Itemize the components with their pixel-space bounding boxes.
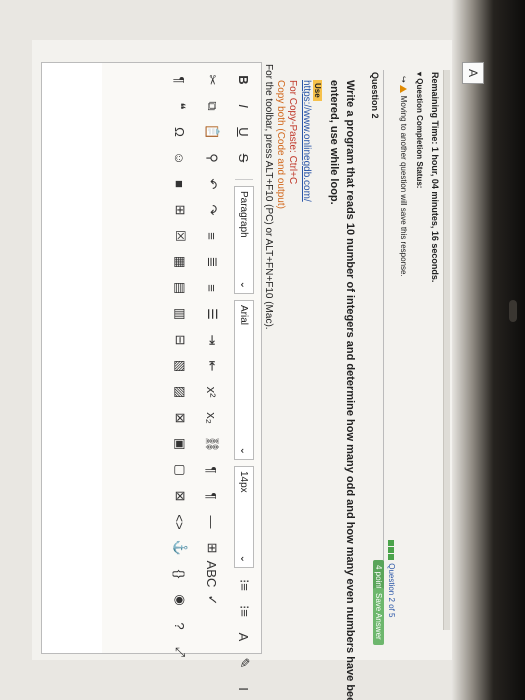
merge-icon[interactable]: ▣: [169, 433, 191, 455]
chevron-down-icon: ⌄: [238, 446, 250, 455]
strikethrough-button[interactable]: S: [233, 147, 255, 169]
emoji-icon[interactable]: ☺: [169, 147, 191, 169]
question-label: Question 2: [370, 72, 380, 119]
hr-icon[interactable]: —: [201, 511, 223, 533]
bold-button[interactable]: B: [233, 69, 255, 91]
arrow-icon: ↪: [399, 76, 408, 83]
plus-icon[interactable]: ⊞: [201, 537, 223, 559]
pilcrow-icon[interactable]: ¶: [169, 69, 191, 91]
fullscreen-icon[interactable]: ⤢: [169, 641, 191, 663]
paragraph-value: Paragraph: [238, 191, 250, 238]
delete-table-icon[interactable]: ⊠: [169, 485, 191, 507]
search-icon[interactable]: ⚲: [201, 147, 223, 169]
chevron-down-icon: ⌄: [238, 280, 250, 289]
top-bar: [443, 70, 450, 630]
font-value: Arial: [238, 305, 250, 326]
align-left-icon[interactable]: ≡: [201, 225, 223, 247]
quote-icon[interactable]: ❝: [169, 95, 191, 117]
question-text-2: entered, use while loop.: [328, 80, 340, 205]
use-label: Use: [313, 80, 322, 101]
toolbar-hint: For the toolbar, press ALT+F10 (PC) or A…: [263, 64, 274, 330]
paste-icon[interactable]: 📋: [201, 121, 223, 143]
table-props-icon[interactable]: ▦: [169, 251, 191, 273]
question-nav[interactable]: Question 2 of 5: [387, 540, 396, 618]
timer: Remaining Time: 1 hour, 04 minutes, 16 s…: [430, 72, 440, 283]
undo-icon[interactable]: ↶: [201, 173, 223, 195]
moving-warning: ↪ Moving to another question will save th…: [399, 76, 408, 277]
rtl-icon[interactable]: ¶: [201, 485, 223, 507]
accessibility-tag: A: [462, 62, 484, 84]
font-select[interactable]: Arial ⌄: [234, 300, 254, 460]
spellcheck-icon[interactable]: ABC: [201, 561, 223, 588]
status-label-text: Question Completion Status:: [415, 78, 424, 189]
onlinegdb-link[interactable]: https://www.onlinegdb.com/: [301, 80, 312, 202]
preview-icon[interactable]: ◉: [169, 589, 191, 611]
help-icon[interactable]: ?: [169, 615, 191, 637]
ltr-icon[interactable]: ¶: [201, 459, 223, 481]
highlight-icon[interactable]: ✎: [233, 652, 255, 674]
cut-icon[interactable]: ✂: [201, 69, 223, 91]
nav-box-icon: [388, 547, 395, 553]
question-nav-text: Question 2 of 5: [387, 563, 396, 618]
row-before-icon[interactable]: ▤: [169, 277, 191, 299]
moving-warning-text: Moving to another question will save thi…: [399, 95, 408, 277]
redo-icon[interactable]: ↷: [201, 199, 223, 221]
omega-icon[interactable]: Ω: [169, 121, 191, 143]
row-after-icon[interactable]: ▥: [169, 303, 191, 325]
clear-format-icon[interactable]: I: [233, 678, 255, 700]
chevron-down-icon: ⌄: [238, 554, 250, 563]
divider: [383, 70, 384, 630]
size-select[interactable]: 14px ⌄: [234, 466, 254, 568]
status-label[interactable]: ▾ Question Completion Status:: [415, 72, 424, 188]
align-justify-icon[interactable]: ☰: [201, 303, 223, 325]
nav-box-icon: [388, 540, 395, 546]
list-icon[interactable]: ⁝≡: [233, 574, 255, 596]
editor-toolbar: B I U S Paragraph ⌄ Arial ⌄ 14px ⌄ ⁝≡ ⁝≡ A ✎ I …: [100, 62, 262, 691]
col-before-icon[interactable]: ▧: [169, 355, 191, 377]
copy-paste-note: For Copy-Paste: Ctrl+C: [287, 80, 298, 185]
align-right-icon[interactable]: ≡: [201, 277, 223, 299]
col-after-icon[interactable]: ▨: [169, 381, 191, 403]
subscript-icon[interactable]: x₂: [201, 407, 223, 429]
table-icon[interactable]: ⊞: [169, 199, 191, 221]
rotated-screen: Remaining Time: 1 hour, 04 minutes, 16 s…: [32, 40, 452, 700]
save-answer-button[interactable]: Save Answer: [373, 588, 384, 645]
anchor-icon[interactable]: ⚓: [169, 537, 191, 559]
monitor-bezel: [509, 300, 517, 322]
copy-both-note: Copy both (Code and output): [275, 80, 286, 209]
outdent-icon[interactable]: ⇤: [201, 355, 223, 377]
indent-icon[interactable]: ⇥: [201, 329, 223, 351]
separator: [235, 179, 253, 180]
checkbox-icon[interactable]: ☒: [169, 225, 191, 247]
toolbar-row-3: ¶ ❝ Ω ☺ ■ ⊞ ☒ ▦ ▤ ▥ ⊟ ▧ ▨ ⊠ ▣ ▢ ⊠ <> ⚓ {} ◉? ⤢: [167, 69, 193, 667]
nav-box-icon: [388, 554, 395, 560]
toolbar-row-1-right: ⁝≡ ⁝≡ A ✎ I: [233, 574, 255, 700]
delete-row-icon[interactable]: ⊟: [169, 329, 191, 351]
text-color-icon[interactable]: A: [233, 626, 255, 648]
delete-col-icon[interactable]: ⊠: [169, 407, 191, 429]
numbered-list-icon[interactable]: ⁝≡: [233, 600, 255, 622]
photo-background: A Remaining Time: 1 hour, 04 minutes, 16…: [0, 0, 525, 700]
size-value: 14px: [238, 471, 250, 493]
code-icon[interactable]: <>: [169, 511, 191, 533]
question-text-1: Write a program that reads 10 number of …: [344, 80, 356, 700]
italic-button[interactable]: I: [233, 95, 255, 117]
split-icon[interactable]: ▢: [169, 459, 191, 481]
warning-icon: [399, 84, 407, 93]
underline-button[interactable]: U: [233, 121, 255, 143]
answer-editor[interactable]: [41, 62, 102, 654]
toolbar-row-2: ✂ ⧉ 📋 ⚲ ↶ ↷ ≡ ≣ ≡ ☰ ⇥ ⇤ x² x₂ ⛓ ¶ ¶ — ⊞ ABC ✓: [199, 69, 225, 615]
superscript-icon[interactable]: x²: [201, 381, 223, 403]
media-icon[interactable]: ■: [169, 173, 191, 195]
paragraph-select[interactable]: Paragraph ⌄: [234, 186, 254, 294]
checkmark-icon[interactable]: ✓: [201, 589, 223, 611]
align-center-icon[interactable]: ≣: [201, 251, 223, 273]
html-icon[interactable]: {}: [169, 563, 191, 585]
copy-icon[interactable]: ⧉: [201, 95, 223, 117]
toolbar-row-1: B I U S Paragraph ⌄ Arial ⌄ 14px ⌄ ⁝≡ ⁝≡ A ✎ I: [231, 69, 257, 700]
link-icon[interactable]: ⛓: [201, 433, 223, 455]
